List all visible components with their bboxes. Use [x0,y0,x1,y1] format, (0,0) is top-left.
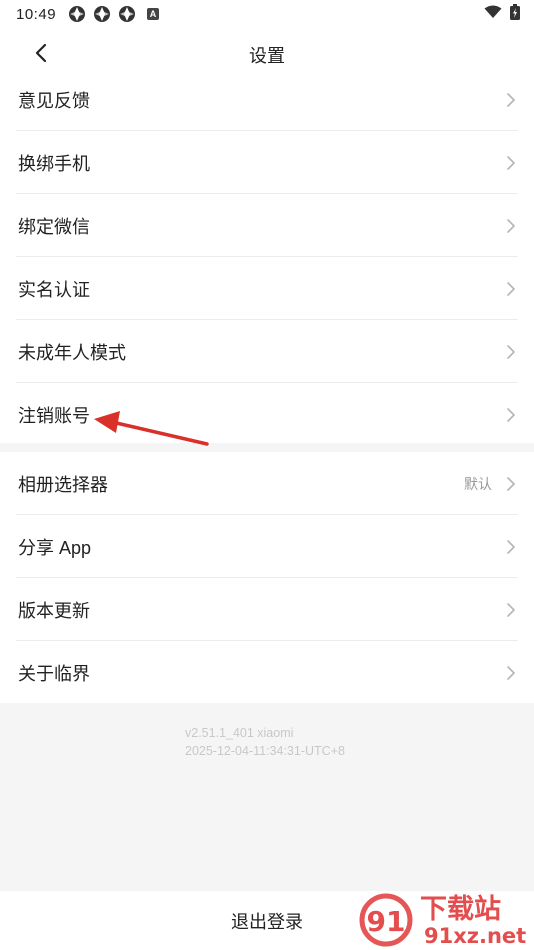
settings-item-label: 换绑手机 [18,153,90,174]
notification-app-icon [118,5,136,23]
chevron-right-icon [507,407,515,422]
settings-item-label: 实名认证 [18,279,90,300]
page-title: 设置 [249,46,285,66]
settings-item-feedback[interactable]: 意见反馈 [0,68,534,131]
settings-item-label: 版本更新 [18,600,90,621]
status-bar: 10:49 A [0,0,534,28]
wifi-icon [484,5,502,24]
settings-item-about[interactable]: 关于临界 [0,641,534,704]
chevron-right-icon [507,155,515,170]
chevron-right-icon [507,539,515,554]
site-watermark: 91 下载站 91xz.net [358,888,530,948]
chevron-right-icon [507,602,515,617]
settings-item-change-phone[interactable]: 换绑手机 [0,131,534,194]
notification-app-icon [68,5,86,23]
build-timestamp: 2025-12-04-11:34:31-UTC+8 [185,744,345,758]
version-name: v2.51.1_401 xiaomi [185,726,294,740]
settings-item-version-update[interactable]: 版本更新 [0,578,534,641]
settings-item-real-name-verification[interactable]: 实名认证 [0,257,534,320]
battery-charging-icon [510,3,520,25]
version-info: v2.51.1_401 xiaomi 2025-12-04-11:34:31-U… [185,724,345,760]
watermark-brand: 下载站 [420,894,501,925]
status-time: 10:49 [16,5,57,23]
settings-item-label: 关于临界 [18,663,90,684]
watermark-mark: 91 [367,905,406,938]
settings-item-label: 绑定微信 [18,216,90,237]
notification-app-icon [93,5,111,23]
settings-item-bind-wechat[interactable]: 绑定微信 [0,194,534,257]
chevron-right-icon [507,92,515,107]
settings-item-label: 未成年人模式 [18,342,126,363]
settings-item-album-picker[interactable]: 相册选择器 默认 [0,452,534,515]
settings-group-account: 意见反馈 换绑手机 绑定微信 实名认证 未成年人模式 注销账号 [0,68,534,443]
watermark-logo-icon: 91 下载站 91xz.net [359,893,526,948]
settings-item-label: 注销账号 [18,405,90,426]
chevron-right-icon [507,665,515,680]
settings-item-label: 意见反馈 [18,90,90,111]
settings-item-share-app[interactable]: 分享 App [0,515,534,578]
settings-item-minor-mode[interactable]: 未成年人模式 [0,320,534,383]
notification-badge-icon: A [147,8,160,20]
settings-item-label: 相册选择器 [18,474,108,495]
chevron-right-icon [507,218,515,233]
chevron-right-icon [507,344,515,359]
settings-item-value: 默认 [464,475,492,492]
chevron-right-icon [507,476,515,491]
chevron-right-icon [507,281,515,296]
settings-group-app: 相册选择器 默认 分享 App 版本更新 关于临界 [0,452,534,703]
watermark-domain: 91xz.net [424,924,526,948]
logout-label: 退出登录 [231,911,303,932]
settings-item-label: 分享 App [18,537,92,558]
settings-item-delete-account[interactable]: 注销账号 [0,383,534,446]
